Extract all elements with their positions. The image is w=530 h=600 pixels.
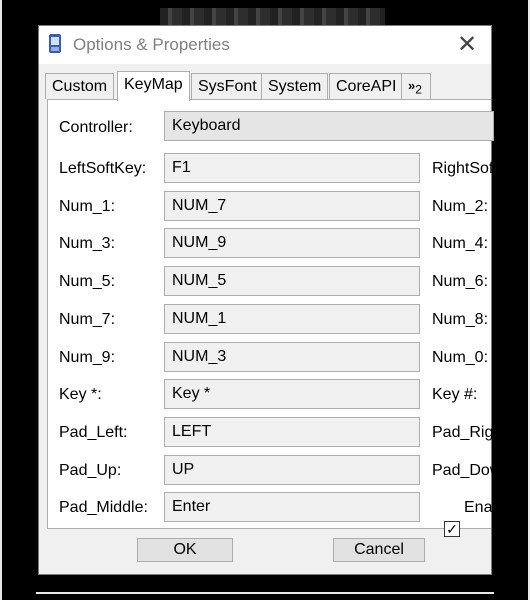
right-row-label: Num_2: [432,198,489,215]
tab-sysfont[interactable]: SysFont [191,73,264,99]
key-input-value: NUM_5 [172,272,227,289]
key-input[interactable]: NUM_1 [164,304,420,334]
right-row-label: Num_4: [432,235,489,252]
row-label: Key *: [59,386,102,403]
key-input[interactable]: F1 [164,153,420,183]
controller-select[interactable]: Keyboard [164,111,494,141]
key-input[interactable]: NUM_5 [164,266,420,296]
options-dialog: Options & Properties ✕ Custom KeyMap Sys… [38,25,494,575]
key-input-value: Key * [172,385,211,402]
key-input[interactable]: NUM_9 [164,228,420,258]
tab-custom[interactable]: Custom [45,73,115,99]
key-input-value: UP [172,461,195,478]
app-icon [49,34,61,53]
right-row-label: RightSoftKey: [432,160,492,177]
key-input-value: NUM_3 [172,348,227,365]
key-input-value: NUM_7 [172,197,227,214]
enable-checkbox[interactable]: ✓ [444,521,460,537]
key-input[interactable]: Key * [164,379,420,409]
key-input[interactable]: NUM_3 [164,342,420,372]
tab-overflow-button[interactable]: »2 [401,73,431,99]
title-bar[interactable]: Options & Properties ✕ [39,26,491,64]
key-input-value: Enter [172,498,211,515]
tab-overflow-count: 2 [415,82,422,97]
tab-system[interactable]: System [261,73,329,99]
key-input[interactable]: NUM_7 [164,191,420,221]
right-row-label: Num_6: [432,273,489,290]
frame-left-edge [0,0,2,600]
row-label: Num_5: [59,273,116,290]
right-row-label: Key #: [432,386,478,403]
ok-button[interactable]: OK [137,538,233,562]
key-input[interactable]: UP [164,455,420,485]
row-label: Num_3: [59,235,116,252]
keymap-panel: Controller: Keyboard LeftSoftKey: F1 Right… [47,99,494,537]
row-label: Num_9: [59,349,116,366]
row-label: Pad_Left: [59,424,128,441]
right-row-label: Enable [464,499,492,516]
key-input-value: NUM_1 [172,310,227,327]
row-label: Pad_Up: [59,462,122,479]
close-icon[interactable]: ✕ [453,30,481,59]
right-row-label: Num_0: [432,349,489,366]
right-row-label: Pad_Down: [432,462,492,479]
key-input-value: LEFT [172,423,212,440]
right-row-label: Num_8: [432,311,489,328]
row-label: Num_7: [59,311,116,328]
row-label: Num_1: [59,198,116,215]
key-input-value: NUM_9 [172,234,227,251]
row-label: LeftSoftKey: [59,160,147,177]
key-input[interactable]: LEFT [164,417,420,447]
cancel-button[interactable]: Cancel [333,538,425,562]
controller-label: Controller: [59,119,133,136]
key-input-value: F1 [172,159,191,176]
frame-bottom-line [36,592,494,594]
tab-strip: Custom KeyMap SysFont System CoreAPI »2 [45,71,487,101]
key-input[interactable]: Enter [164,492,420,522]
right-row-label: Pad_Right: [432,424,492,441]
window-title: Options & Properties [73,35,230,54]
tab-coreapi[interactable]: CoreAPI [329,73,404,99]
row-label: Pad_Middle: [59,499,148,516]
tab-keymap[interactable]: KeyMap [117,71,190,101]
